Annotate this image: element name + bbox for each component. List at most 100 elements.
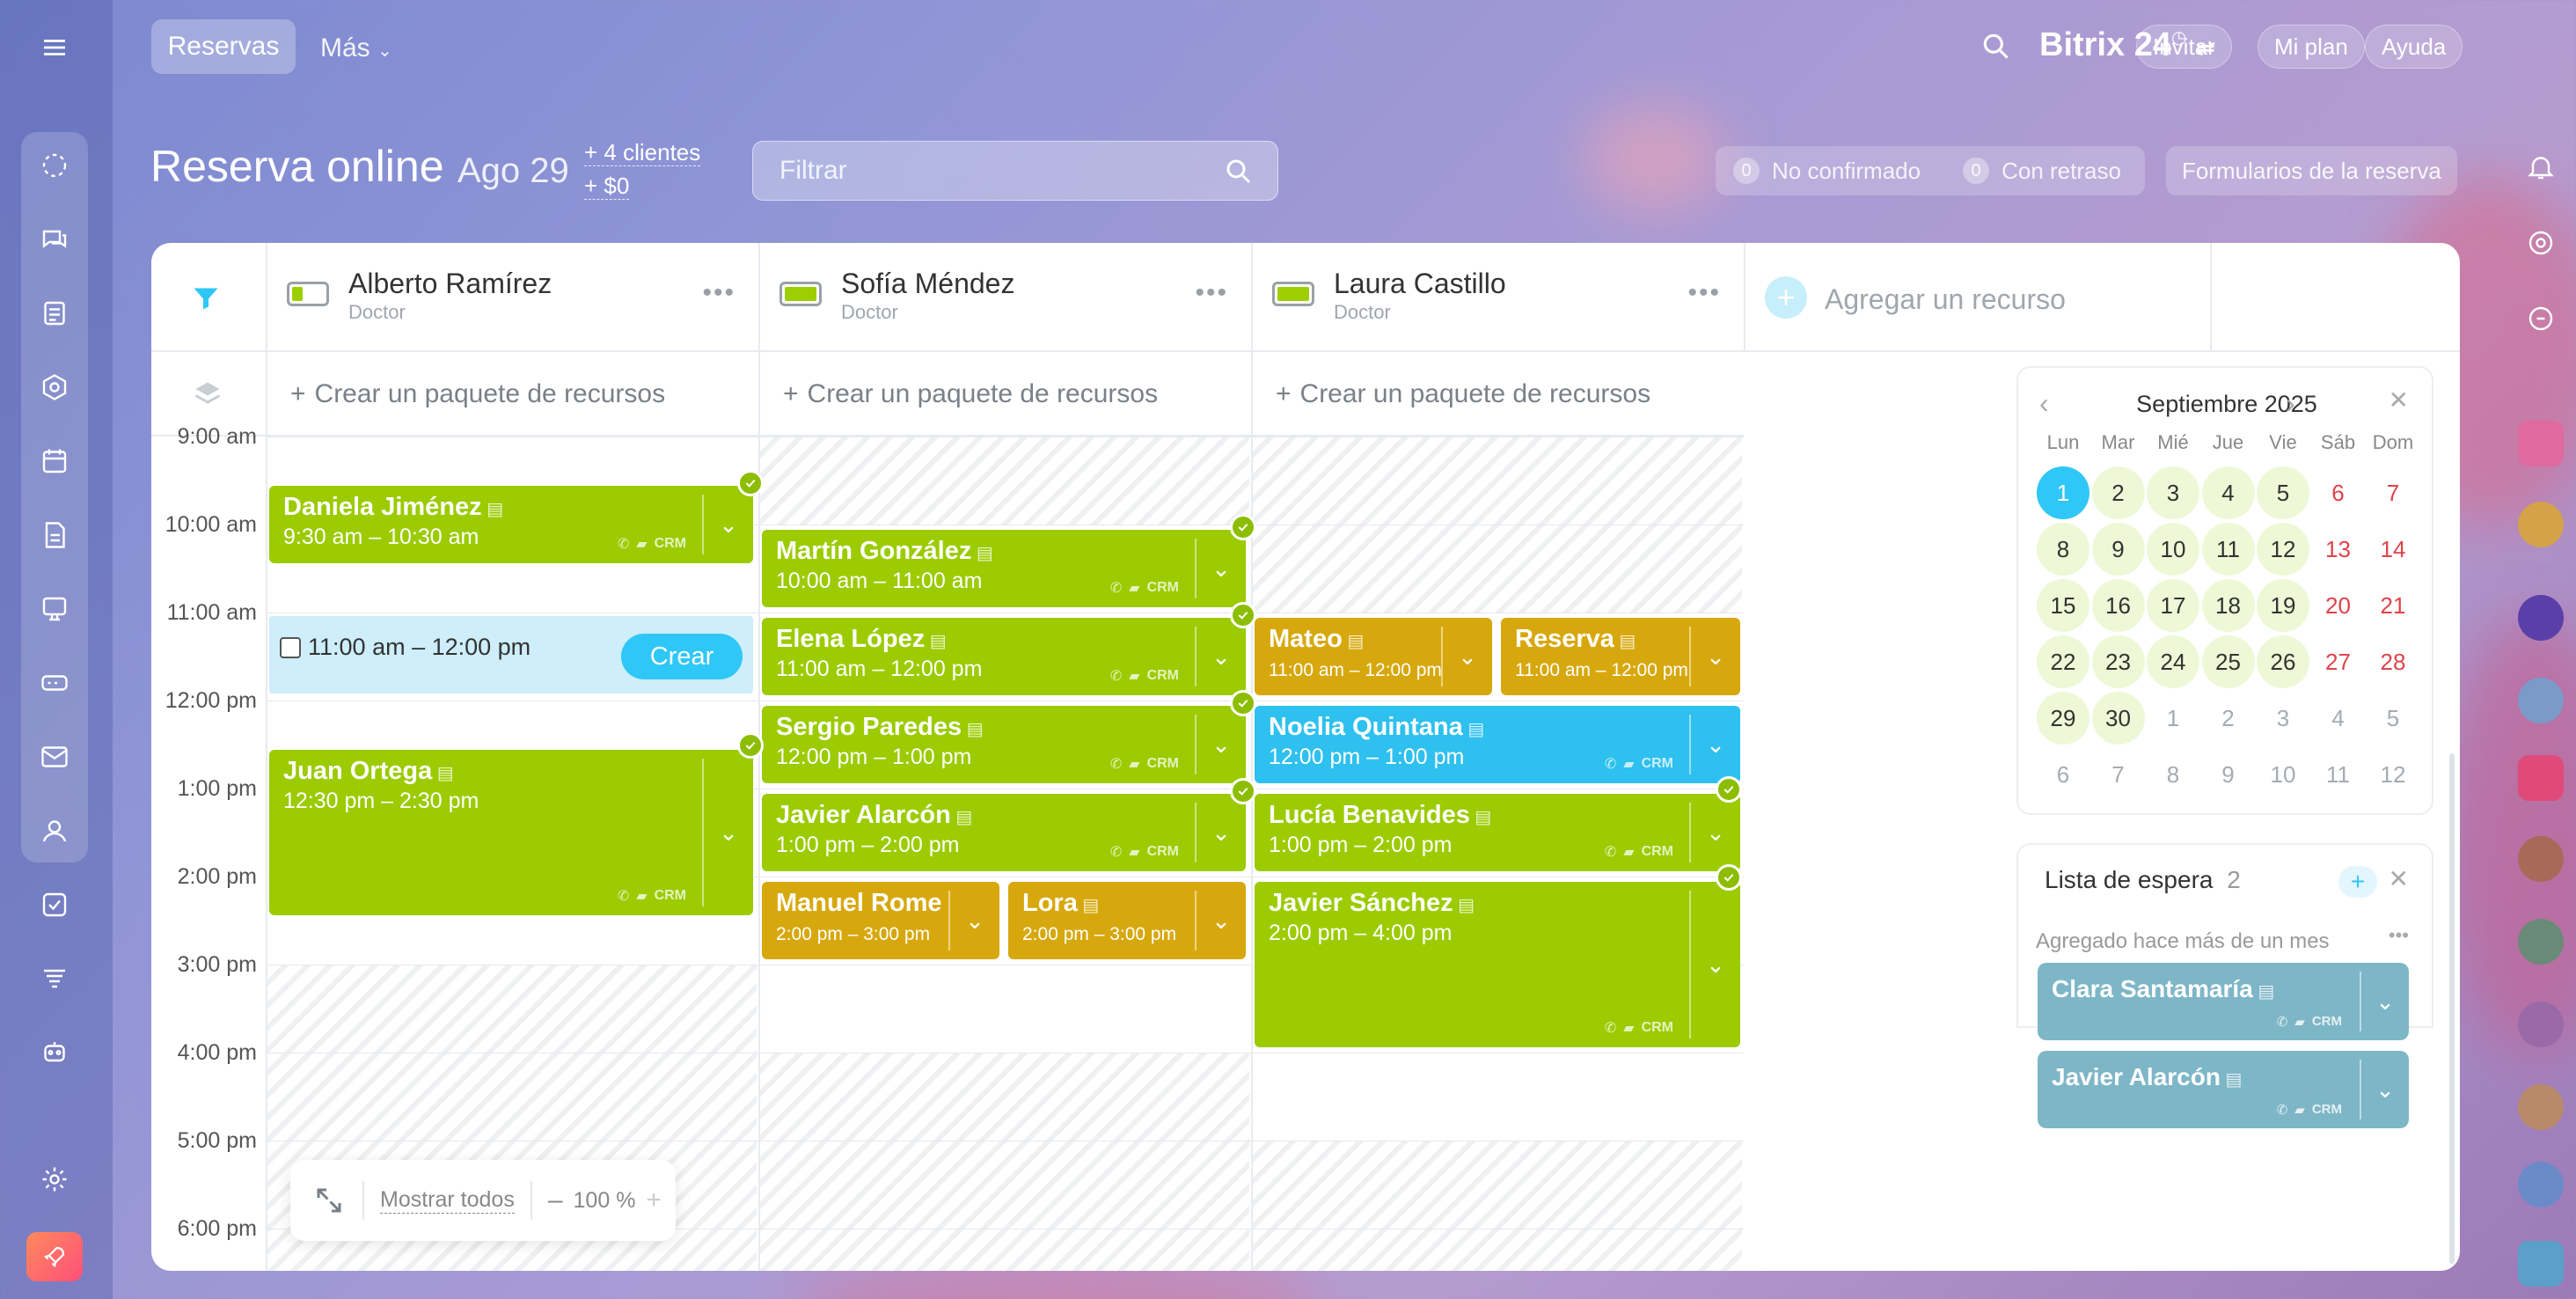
calendar-icon[interactable]: [35, 442, 74, 481]
booking-card[interactable]: Lora ▤ 2:00 pm – 3:00 pm ⌄: [1008, 882, 1246, 959]
calendar-day[interactable]: 21: [2367, 579, 2419, 632]
calendar-day[interactable]: 7: [2092, 748, 2145, 801]
chat-avatar[interactable]: [2518, 502, 2564, 547]
schedule-grid[interactable]: Daniela Jiménez ▤ 9:30 am – 10:30 am ✆ ▰ C…: [266, 437, 1744, 1271]
booking-menu-button[interactable]: ⌄: [1195, 891, 1246, 950]
booking-card[interactable]: Noelia Quintana ▤ 12:00 pm – 1:00 pm ✆ ▰ C…: [1255, 706, 1740, 783]
employees-icon[interactable]: [35, 811, 74, 850]
calendar-day[interactable]: 26: [2257, 635, 2309, 688]
calendar-day[interactable]: 19: [2257, 579, 2309, 632]
marketing-icon[interactable]: [35, 959, 74, 998]
calendar-day[interactable]: 3: [2257, 692, 2309, 745]
calendar-day[interactable]: 24: [2147, 635, 2199, 688]
settings-icon[interactable]: [35, 1160, 74, 1199]
create-package-link[interactable]: + Crear un paquete de recursos: [1251, 352, 1744, 437]
booking-menu-button[interactable]: ⌄: [702, 759, 753, 906]
chat-icon[interactable]: [35, 220, 74, 259]
tasks-icon[interactable]: [35, 885, 74, 924]
resource-name[interactable]: Sofía Méndez: [841, 268, 1014, 300]
calendar-day[interactable]: 20: [2312, 579, 2365, 632]
more-icon[interactable]: •••: [702, 278, 735, 308]
help-button[interactable]: Ayuda: [2365, 25, 2463, 69]
calendar-day[interactable]: 16: [2091, 579, 2145, 632]
booking-menu-button[interactable]: ⌄: [948, 891, 999, 950]
more-icon[interactable]: •••: [1195, 278, 1228, 308]
filter-input[interactable]: Filtrar: [752, 141, 1278, 201]
revenue-total[interactable]: + $0: [584, 172, 630, 200]
calendar-day[interactable]: 17: [2147, 579, 2199, 632]
chat-avatar[interactable]: [2518, 595, 2564, 641]
booking-card[interactable]: Javier Alarcón ▤ 1:00 pm – 2:00 pm ✆ ▰ CRM…: [762, 794, 1246, 871]
chat-avatar[interactable]: [2518, 1162, 2564, 1207]
collapse-icon[interactable]: ✕: [2389, 385, 2409, 415]
calendar-day[interactable]: 9: [2202, 748, 2255, 801]
calendar-day[interactable]: 1: [2147, 692, 2199, 745]
calendar-day[interactable]: 3: [2147, 466, 2199, 519]
support-icon[interactable]: [2518, 296, 2564, 341]
calendar-day[interactable]: 28: [2367, 635, 2419, 688]
calendar-day[interactable]: 8: [2037, 523, 2089, 576]
waitlist-menu-button[interactable]: ⌄: [2360, 1060, 2409, 1119]
my-plan-button[interactable]: Mi plan: [2258, 25, 2365, 69]
chat-avatar[interactable]: [2518, 1084, 2564, 1130]
calendar-day[interactable]: 1: [2037, 466, 2089, 519]
resource-name[interactable]: Alberto Ramírez: [348, 268, 552, 300]
booking-menu-button[interactable]: ⌄: [1195, 715, 1246, 774]
resource-name[interactable]: Laura Castillo: [1334, 268, 1506, 300]
drive-icon[interactable]: [35, 664, 74, 702]
calendar-day[interactable]: 8: [2147, 748, 2199, 801]
booking-menu-button[interactable]: ⌄: [1689, 891, 1740, 1038]
create-booking-button[interactable]: Crear: [621, 634, 743, 679]
booking-menu-button[interactable]: ⌄: [1195, 539, 1246, 598]
booking-card[interactable]: Mateo ▤ 11:00 am – 12:00 pm ⌄: [1255, 618, 1492, 695]
booking-menu-button[interactable]: ⌄: [1689, 715, 1740, 774]
sites-icon[interactable]: [35, 368, 74, 407]
calendar-day[interactable]: 15: [2037, 579, 2089, 632]
booking-icon[interactable]: [35, 590, 74, 628]
booking-card[interactable]: Juan Ortega ▤ 12:30 pm – 2:30 pm ✆ ▰ CRM ⌄: [269, 750, 753, 915]
calendar-day[interactable]: 29: [2037, 692, 2089, 745]
filter-funnel-icon[interactable]: [190, 282, 222, 313]
documents-icon[interactable]: [35, 516, 74, 554]
zoom-in-button[interactable]: +: [646, 1185, 662, 1215]
activity-icon[interactable]: [35, 146, 74, 185]
booking-menu-button[interactable]: ⌄: [1689, 627, 1740, 686]
chat-avatar[interactable]: [2518, 678, 2564, 723]
calendar-day[interactable]: 6: [2037, 748, 2089, 801]
booking-menu-button[interactable]: ⌄: [1195, 803, 1246, 862]
bookmark-icon[interactable]: [2518, 421, 2564, 466]
calendar-day[interactable]: 14: [2367, 523, 2419, 576]
calendar-day[interactable]: 18: [2201, 579, 2255, 632]
search-icon[interactable]: [1980, 30, 2013, 63]
mail-icon[interactable]: [35, 738, 74, 776]
calendar-day[interactable]: 5: [2257, 466, 2309, 519]
messenger-icon[interactable]: [2518, 1241, 2564, 1287]
calendar-day[interactable]: 6: [2312, 466, 2365, 519]
invite-button[interactable]: Invitar: [2136, 25, 2232, 69]
clients-count[interactable]: + 4 clientes: [584, 139, 701, 166]
booking-card[interactable]: Javier Sánchez ▤ 2:00 pm – 4:00 pm ✆ ▰ CRM…: [1255, 882, 1740, 1047]
booking-menu-button[interactable]: ⌄: [1195, 627, 1246, 686]
booking-forms-button[interactable]: Formularios de la reserva: [2166, 146, 2457, 195]
calendar-day[interactable]: 22: [2037, 635, 2089, 688]
waitlist-menu-button[interactable]: ⌄: [2360, 972, 2409, 1031]
calendar-day[interactable]: 7: [2367, 466, 2419, 519]
waitlist-card[interactable]: Clara Santamaría ▤ ✆ ▰ CRM ⌄: [2038, 963, 2409, 1040]
copilot-icon[interactable]: [2518, 220, 2564, 266]
booking-menu-button[interactable]: ⌄: [1441, 627, 1492, 686]
menu-icon[interactable]: [35, 28, 74, 67]
waitlist-card[interactable]: Javier Alarcón ▤ ✆ ▰ CRM ⌄: [2038, 1051, 2409, 1128]
booking-card[interactable]: Sergio Paredes ▤ 12:00 pm – 1:00 pm ✆ ▰ CR…: [762, 706, 1246, 783]
more-icon[interactable]: •••: [1687, 278, 1721, 308]
contact-card-icon[interactable]: [2518, 755, 2564, 801]
more-icon[interactable]: •••: [2389, 924, 2409, 947]
page-date[interactable]: Ago 29: [457, 151, 569, 191]
booking-menu-button[interactable]: ⌄: [702, 495, 753, 554]
calendar-day[interactable]: 25: [2201, 635, 2255, 688]
chat-avatar[interactable]: [2518, 1002, 2564, 1047]
calendar-day[interactable]: 12: [2367, 748, 2419, 801]
calendar-day[interactable]: 9: [2091, 523, 2145, 576]
calendar-day[interactable]: 27: [2312, 635, 2365, 688]
booking-card[interactable]: Lucía Benavides ▤ 1:00 pm – 2:00 pm ✆ ▰ CR…: [1255, 794, 1740, 871]
calendar-day[interactable]: 10: [2257, 748, 2309, 801]
